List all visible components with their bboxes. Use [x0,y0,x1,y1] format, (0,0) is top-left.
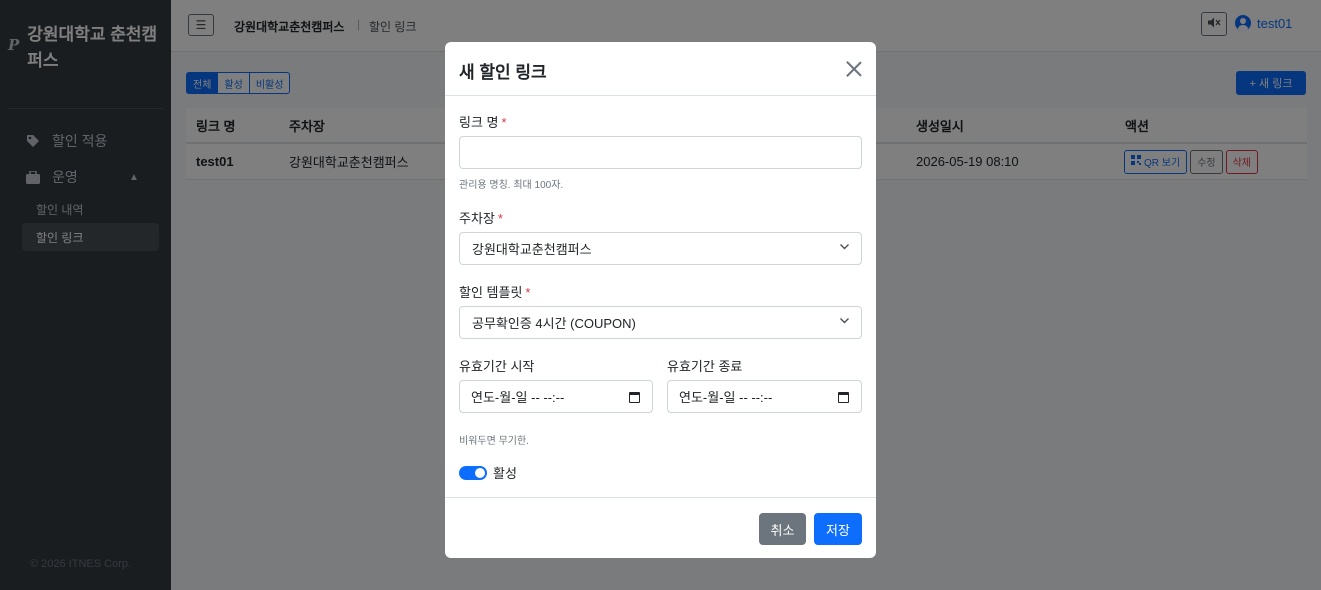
parking-label-text: 주차장 [459,211,495,226]
start-date-value: 연도-월-일 -- --:-- [471,390,565,405]
modal-footer: 취소 저장 [445,497,876,558]
parking-label: 주차장 * [459,208,503,227]
start-date-label: 유효기간 시작 [459,359,535,374]
template-select[interactable]: 공무확인증 4시간 (COUPON) [459,306,862,339]
template-label: 할인 템플릿 * [459,282,530,301]
modal-title: 새 할인 링크 [459,63,547,82]
new-link-modal: 새 할인 링크 링크 명 * 관리용 명칭. 최대 100자. 주차장 * 강원대학… [445,42,876,558]
cancel-button[interactable]: 취소 [759,513,806,545]
calendar-icon[interactable] [838,392,849,403]
template-label-text: 할인 템플릿 [459,285,523,300]
link-name-label: 링크 명 * [459,112,507,131]
end-date-label: 유효기간 종료 [667,359,743,374]
calendar-icon[interactable] [629,392,640,403]
end-date-input[interactable]: 연도-월-일 -- --:-- [667,380,862,413]
link-name-label-text: 링크 명 [459,115,499,130]
template-select-value: 공무확인증 4시간 (COUPON) [472,316,636,331]
active-toggle-label: 활성 [493,466,517,481]
close-icon[interactable] [845,60,863,78]
required-mark: * [525,285,531,300]
parking-select[interactable]: 강원대학교춘천캠퍼스 [459,232,862,265]
save-button[interactable]: 저장 [814,513,862,545]
period-help: 비워두면 무기한. [459,436,529,447]
active-toggle[interactable] [459,466,487,480]
parking-select-value: 강원대학교춘천캠퍼스 [472,242,592,257]
required-mark: * [501,115,507,130]
link-name-input[interactable] [459,136,862,169]
start-date-input[interactable]: 연도-월-일 -- --:-- [459,380,653,413]
chevron-down-icon [840,242,849,252]
chevron-down-icon [840,316,849,326]
modal-header: 새 할인 링크 [445,42,876,96]
link-name-help: 관리용 명칭. 최대 100자. [459,180,564,191]
end-date-value: 연도-월-일 -- --:-- [679,390,773,405]
required-mark: * [497,211,503,226]
